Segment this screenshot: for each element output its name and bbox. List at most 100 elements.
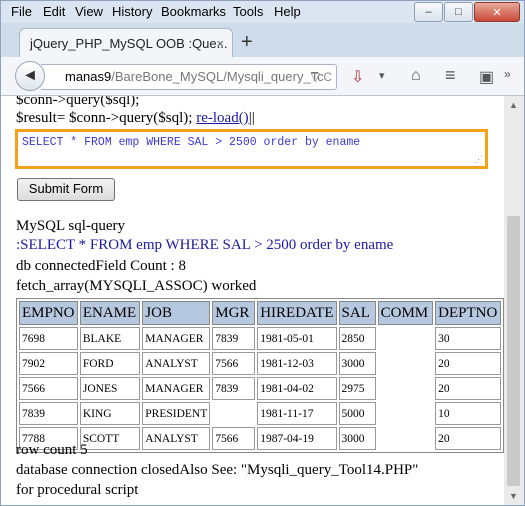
code-line-2-text: $result= $conn->query($sql); (16, 110, 193, 126)
scroll-up-icon[interactable]: ▲ (509, 100, 518, 110)
tab-active[interactable]: jQuery_PHP_MySQL OOB :Que... × (19, 28, 233, 57)
cell: KING (79, 402, 141, 425)
menu-file[interactable]: File (11, 4, 32, 19)
minimize-button[interactable]: – (414, 2, 443, 22)
row-count-text: row count 5 (16, 442, 88, 458)
cell: 1981-04-02 (257, 377, 337, 400)
url-host: manas9 (65, 69, 112, 84)
url-actions-icon[interactable]: ▽ C (311, 65, 332, 89)
download-dropdown-icon[interactable]: ▾ (379, 69, 385, 82)
cell: 1981-12-03 (257, 352, 337, 375)
col-comm: COMM (377, 301, 434, 325)
results-table: EMPNO ENAME JOB MGR HIREDATE SAL COMM DE… (16, 298, 504, 453)
col-mgr: MGR (212, 301, 256, 325)
menu-history[interactable]: History (112, 4, 152, 19)
table-row: 7788 SCOTT ANALYST 7566 1987-04-19 3000 … (19, 427, 501, 450)
cell: BLAKE (79, 327, 141, 350)
menu-view[interactable]: View (75, 4, 103, 19)
cell: SCOTT (79, 427, 141, 450)
maximize-button[interactable]: □ (444, 2, 473, 22)
cell: 1981-05-01 (257, 327, 337, 350)
col-ename: ENAME (79, 301, 141, 325)
resize-grip-icon[interactable]: ⋰ (474, 155, 483, 165)
reload-link[interactable]: re-load() (196, 110, 248, 126)
menu-help[interactable]: Help (274, 4, 301, 19)
cell: 2975 (338, 377, 376, 400)
extension-icon[interactable]: ▣ (479, 67, 494, 87)
hamburger-menu-icon[interactable]: ≡ (445, 65, 456, 86)
cell: 7839 (212, 327, 256, 350)
col-deptno: DEPTNO (435, 301, 501, 325)
table-row: 7566 JONES MANAGER 7839 1981-04-02 2975 … (19, 377, 501, 400)
table-row: 7839 KING PRESIDENT 1981-11-17 5000 10 (19, 402, 501, 425)
close-window-button[interactable]: ✕ (474, 2, 520, 22)
field-count-text: db connectedField Count : 8 (16, 258, 186, 274)
cell: 20 (435, 377, 501, 400)
col-empno: EMPNO (19, 301, 78, 325)
cell (378, 402, 434, 425)
menu-bookmarks[interactable]: Bookmarks (161, 4, 226, 19)
sql-query-text: SELECT * FROM emp WHERE SAL > 2500 order… (22, 136, 361, 149)
cell: 1987-04-19 (257, 427, 337, 450)
cell: 30 (435, 327, 501, 350)
cell: 5000 (338, 402, 376, 425)
table-row: 7902 FORD ANALYST 7566 1981-12-03 3000 2… (19, 352, 501, 375)
cell (378, 327, 434, 350)
scroll-thumb[interactable] (507, 216, 520, 486)
scroll-down-icon[interactable]: ▼ (509, 491, 518, 501)
cell: 7839 (19, 402, 78, 425)
code-line-1: $conn->query($sql); (16, 96, 140, 108)
cell: 20 (435, 427, 501, 450)
cell: ANALYST (142, 427, 211, 450)
tab-strip: jQuery_PHP_MySQL OOB :Que... × + (1, 23, 524, 57)
browser-window: File Edit View History Bookmarks Tools H… (0, 0, 525, 506)
fetch-status-text: fetch_array(MYSQLI_ASSOC) worked (16, 278, 257, 294)
url-bar[interactable]: manas9/BareBone_MySQL/Mysqli_query_Tc ▽ … (41, 64, 337, 90)
cell: PRESIDENT (142, 402, 211, 425)
window-controls: – □ ✕ (414, 2, 520, 22)
tab-title: jQuery_PHP_MySQL OOB :Que... (30, 36, 228, 51)
cell: 20 (435, 352, 501, 375)
cell (378, 352, 434, 375)
tab-close-icon[interactable]: × (216, 29, 224, 57)
url-path: /BareBone_MySQL/Mysqli_query_Tc (111, 69, 324, 84)
cell (212, 402, 255, 425)
menu-tools[interactable]: Tools (233, 4, 263, 19)
col-hiredate: HIREDATE (257, 301, 337, 325)
cell: FORD (79, 352, 141, 375)
menu-edit[interactable]: Edit (43, 4, 65, 19)
cell: 10 (435, 402, 501, 425)
back-button[interactable]: ◄ (15, 61, 45, 91)
table-row: 7698 BLAKE MANAGER 7839 1981-05-01 2850 … (19, 327, 501, 350)
page-content: $conn->query($sql); $result= $conn->quer… (1, 96, 504, 505)
cell: MANAGER (142, 377, 211, 400)
heading-text: MySQL sql-query (16, 218, 126, 234)
new-tab-button[interactable]: + (241, 31, 253, 54)
cell: ANALYST (142, 352, 211, 375)
cell (378, 427, 434, 450)
cell: 3000 (338, 427, 376, 450)
cell: JONES (79, 377, 141, 400)
cell: 7839 (212, 377, 256, 400)
submit-form-button[interactable]: Submit Form (17, 178, 115, 201)
col-job: JOB (142, 301, 211, 325)
cell: 7566 (212, 427, 256, 450)
cell: 2850 (338, 327, 376, 350)
cell: 3000 (338, 352, 376, 375)
cell: 7566 (19, 377, 78, 400)
vertical-scrollbar[interactable]: ▲ ▼ (504, 96, 524, 505)
overflow-icon[interactable]: » (504, 67, 511, 81)
code-line-2: $result= $conn->query($sql); re-load()|| (16, 110, 255, 127)
sql-query-input[interactable]: SELECT * FROM emp WHERE SAL > 2500 order… (15, 129, 488, 169)
cell (378, 377, 434, 400)
download-icon[interactable]: ⇩ (351, 67, 364, 87)
nav-bar: manas9/BareBone_MySQL/Mysqli_query_Tc ▽ … (1, 57, 524, 96)
home-icon[interactable]: ⌂ (411, 67, 421, 85)
procedural-text: for procedural script (16, 482, 139, 498)
cell: 7902 (19, 352, 78, 375)
query-text: :SELECT * FROM emp WHERE SAL > 2500 orde… (16, 237, 394, 253)
cell: 1981-11-17 (257, 402, 337, 425)
back-arrow-icon: ◄ (22, 67, 38, 84)
connection-closed-text: database connection closedAlso See: "Mys… (16, 462, 419, 478)
cell: MANAGER (142, 327, 211, 350)
